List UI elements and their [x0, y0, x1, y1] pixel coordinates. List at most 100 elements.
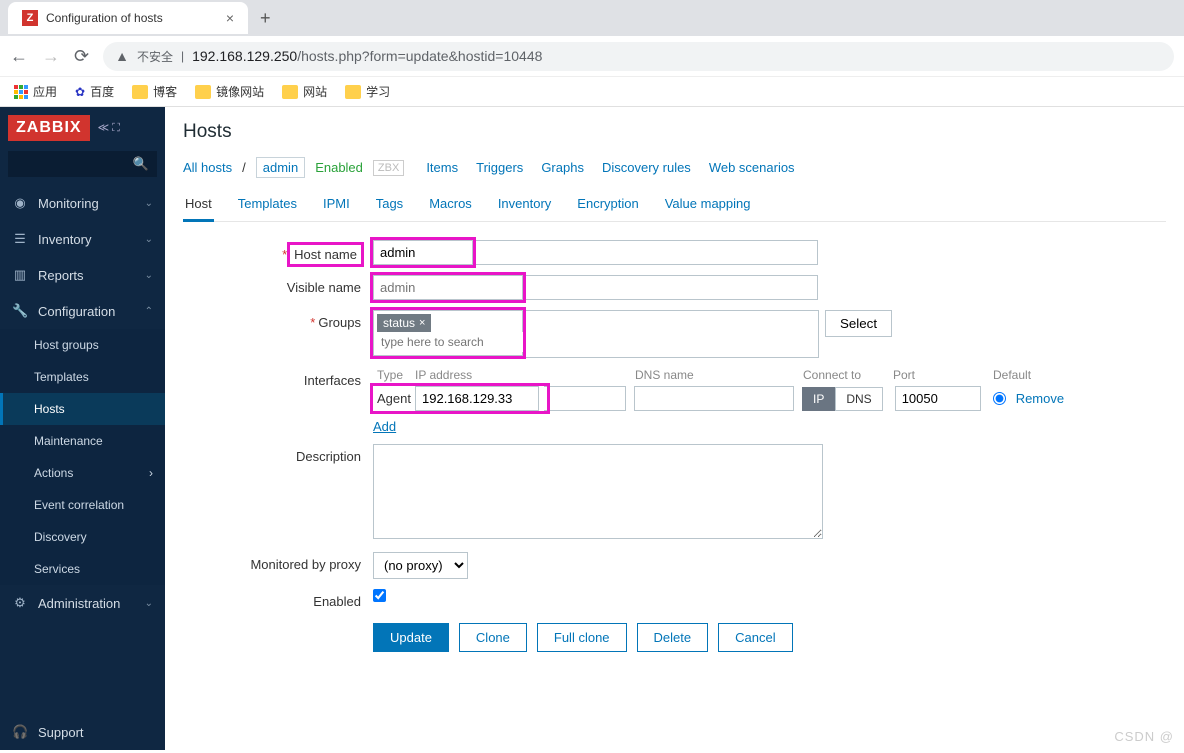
- group-tag[interactable]: status×: [377, 314, 431, 332]
- bar-icon: ▥: [12, 267, 28, 283]
- tab-tags[interactable]: Tags: [374, 188, 405, 221]
- headset-icon: 🎧: [12, 724, 28, 740]
- bookmarks-bar: 应用 ✿百度 博客 镜像网站 网站 学习: [0, 76, 1184, 106]
- link-discovery[interactable]: Discovery rules: [602, 160, 691, 175]
- back-icon[interactable]: ←: [10, 46, 28, 67]
- sidebar-search[interactable]: 🔍: [8, 151, 157, 177]
- sidebar-support[interactable]: 🎧Support: [0, 714, 165, 750]
- sidebar-sub-actions[interactable]: Actions›: [0, 457, 165, 489]
- folder-icon: [195, 85, 211, 99]
- sidebar-item-reports[interactable]: ▥Reports⌄: [0, 257, 165, 293]
- group-search-input[interactable]: [377, 332, 577, 352]
- proxy-select[interactable]: (no proxy): [373, 552, 468, 579]
- chevron-down-icon: ⌄: [145, 270, 153, 281]
- sidebar-item-monitoring[interactable]: ◉Monitoring⌄: [0, 185, 165, 221]
- iface-default-radio[interactable]: [993, 392, 1006, 405]
- collapse-icon[interactable]: ≪ ⛶: [98, 121, 120, 135]
- host-quick-links: Items Triggers Graphs Discovery rules We…: [426, 160, 794, 175]
- chevron-up-icon: ⌃: [145, 306, 153, 317]
- select-button[interactable]: Select: [825, 310, 892, 337]
- iface-ip-field-ext[interactable]: [544, 386, 626, 411]
- wrench-icon: 🔧: [12, 303, 28, 319]
- sidebar-sub-services[interactable]: Services: [0, 553, 165, 585]
- visiblename-field-ext[interactable]: [522, 275, 818, 300]
- link-items[interactable]: Items: [426, 160, 458, 175]
- enabled-checkbox[interactable]: [373, 589, 386, 602]
- link-web[interactable]: Web scenarios: [709, 160, 795, 175]
- label-groups: *Groups: [183, 310, 373, 330]
- browser-chrome: Z Configuration of hosts × + ← → ⟳ ▲ 不安全…: [0, 0, 1184, 107]
- sidebar: ZABBIX ≪ ⛶ 🔍 ◉Monitoring⌄ ☰Inventory⌄ ▥R…: [0, 107, 165, 750]
- eye-icon: ◉: [12, 195, 28, 211]
- browser-tab[interactable]: Z Configuration of hosts ×: [8, 2, 248, 34]
- sidebar-item-configuration[interactable]: 🔧Configuration⌃: [0, 293, 165, 329]
- watermark: CSDN @: [1114, 729, 1174, 744]
- cancel-button[interactable]: Cancel: [718, 623, 792, 652]
- delete-button[interactable]: Delete: [637, 623, 709, 652]
- close-icon[interactable]: ×: [226, 10, 234, 26]
- update-button[interactable]: Update: [373, 623, 449, 652]
- hostname-field[interactable]: [373, 240, 473, 265]
- chevron-down-icon: ⌄: [145, 198, 153, 209]
- add-interface-link[interactable]: Add: [373, 419, 396, 434]
- tab-ipmi[interactable]: IPMI: [321, 188, 352, 221]
- reload-icon[interactable]: ⟳: [74, 46, 89, 67]
- connect-dns-button[interactable]: DNS: [835, 387, 882, 411]
- hostname-field-ext[interactable]: [472, 240, 818, 265]
- tab-inventory[interactable]: Inventory: [496, 188, 553, 221]
- folder-icon: [345, 85, 361, 99]
- bookmark-mirror[interactable]: 镜像网站: [195, 83, 264, 100]
- tab-macros[interactable]: Macros: [427, 188, 474, 221]
- zbx-badge: ZBX: [373, 160, 404, 176]
- sidebar-sub-eventcorr[interactable]: Event correlation: [0, 489, 165, 521]
- description-field[interactable]: [373, 444, 823, 539]
- breadcrumb-current[interactable]: admin: [256, 157, 305, 178]
- connect-ip-button[interactable]: IP: [802, 387, 835, 411]
- sidebar-sub-templates[interactable]: Templates: [0, 361, 165, 393]
- label-description: Description: [183, 444, 373, 464]
- bookmark-study[interactable]: 学习: [345, 83, 390, 100]
- breadcrumb-all[interactable]: All hosts: [183, 160, 232, 175]
- sidebar-item-inventory[interactable]: ☰Inventory⌄: [0, 221, 165, 257]
- bookmark-baidu[interactable]: ✿百度: [75, 83, 114, 100]
- groups-box[interactable]: status×: [373, 310, 523, 356]
- new-tab-button[interactable]: +: [248, 8, 283, 29]
- folder-icon: [132, 85, 148, 99]
- remove-tag-icon[interactable]: ×: [419, 317, 425, 329]
- label-interfaces: Interfaces: [183, 368, 373, 388]
- sidebar-config-submenu: Host groups Templates Hosts Maintenance …: [0, 329, 165, 585]
- iface-ip-field[interactable]: [415, 386, 539, 411]
- sidebar-sub-hostgroups[interactable]: Host groups: [0, 329, 165, 361]
- bookmark-blog[interactable]: 博客: [132, 83, 177, 100]
- clone-button[interactable]: Clone: [459, 623, 527, 652]
- zabbix-logo[interactable]: ZABBIX: [8, 115, 90, 141]
- sidebar-sub-hosts[interactable]: Hosts: [0, 393, 165, 425]
- visiblename-field[interactable]: [373, 275, 523, 300]
- warning-icon: ▲: [115, 48, 129, 64]
- url-text: 192.168.129.250/hosts.php?form=update&ho…: [192, 48, 542, 64]
- sidebar-item-administration[interactable]: ⚙Administration⌄: [0, 585, 165, 621]
- tab-valuemap[interactable]: Value mapping: [663, 188, 753, 221]
- sidebar-sub-discovery[interactable]: Discovery: [0, 521, 165, 553]
- link-graphs[interactable]: Graphs: [541, 160, 584, 175]
- apps-button[interactable]: 应用: [14, 83, 57, 100]
- tab-host[interactable]: Host: [183, 188, 214, 222]
- iface-port-field[interactable]: [895, 386, 981, 411]
- url-input[interactable]: ▲ 不安全 | 192.168.129.250/hosts.php?form=u…: [103, 42, 1174, 71]
- insecure-label: 不安全: [137, 48, 173, 65]
- tab-templates[interactable]: Templates: [236, 188, 299, 221]
- bookmark-site[interactable]: 网站: [282, 83, 327, 100]
- page-title: Hosts: [183, 121, 1166, 143]
- paw-icon: ✿: [75, 85, 85, 99]
- iface-remove-link[interactable]: Remove: [1016, 391, 1064, 406]
- tab-encryption[interactable]: Encryption: [575, 188, 640, 221]
- connect-toggle: IP DNS: [802, 387, 883, 411]
- label-monitoredby: Monitored by proxy: [183, 552, 373, 572]
- interface-row: Agent IP DNS Remove: [373, 386, 1166, 411]
- label-hostname: *Host name: [183, 240, 373, 264]
- sidebar-sub-maintenance[interactable]: Maintenance: [0, 425, 165, 457]
- chevron-down-icon: ⌄: [145, 234, 153, 245]
- link-triggers[interactable]: Triggers: [476, 160, 523, 175]
- iface-dns-field[interactable]: [634, 386, 794, 411]
- fullclone-button[interactable]: Full clone: [537, 623, 627, 652]
